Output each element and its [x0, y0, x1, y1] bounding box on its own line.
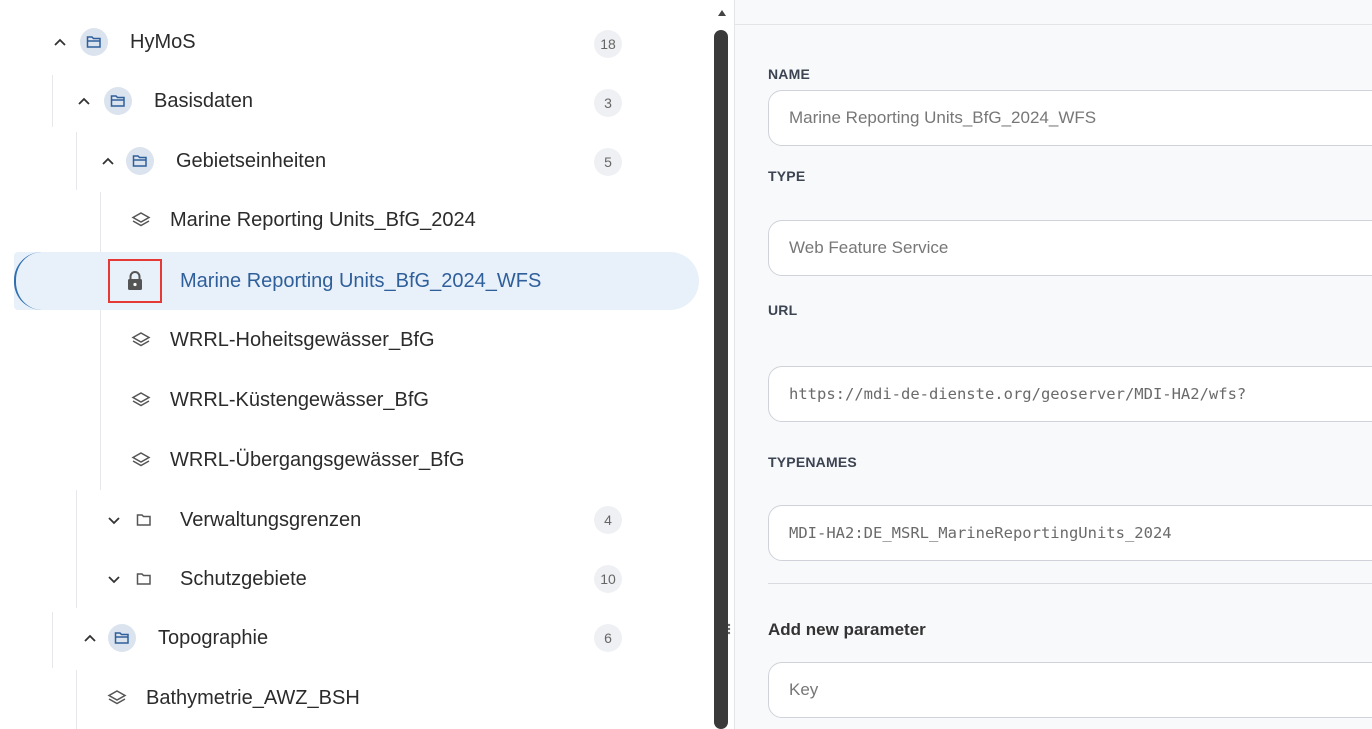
- tree-layer-label: Bathymetrie_AWZ_BSH: [146, 686, 360, 709]
- tree-layer-label: WRRL-Hoheitsgewässer_BfG: [170, 328, 435, 351]
- lock-icon: [128, 271, 142, 290]
- tree-guide-line: [52, 75, 53, 127]
- folder-open-icon: [80, 28, 108, 56]
- tree-group-label: Basisdaten: [154, 89, 253, 112]
- name-value: Marine Reporting Units_BfG_2024_WFS: [789, 108, 1097, 127]
- layers-icon: [130, 209, 152, 231]
- count-badge: 5: [594, 148, 622, 176]
- tree-layer-item[interactable]: WRRL-Hoheitsgewässer_BfG: [130, 314, 435, 366]
- layers-icon: [130, 329, 152, 351]
- name-label: NAME: [768, 66, 811, 82]
- chevron-up-icon[interactable]: [76, 93, 92, 109]
- tree-layer-label: Marine Reporting Units_BfG_2024_WFS: [180, 269, 542, 292]
- count-badge: 10: [594, 565, 622, 593]
- chevron-up-icon[interactable]: [52, 34, 68, 50]
- tree-layer-item[interactable]: Bathymetrie_AWZ_BSH: [106, 672, 360, 724]
- divider: [768, 583, 1372, 584]
- tree-layer-label: WRRL-Übergangsgewässer_BfG: [170, 448, 465, 471]
- count-badge: 3: [594, 89, 622, 117]
- tree-group-verwaltungsgrenzen[interactable]: Verwaltungsgrenzen: [106, 494, 361, 546]
- layer-tree-panel: HyMoS 18 Basisdaten 3 Gebietseinheiten 5…: [0, 0, 712, 729]
- tree-group-hymos[interactable]: HyMoS: [52, 16, 196, 68]
- chevron-up-icon[interactable]: [82, 630, 98, 646]
- folder-icon: [130, 506, 158, 534]
- chevron-up-icon[interactable]: [100, 153, 116, 169]
- tree-guide-line: [76, 490, 77, 608]
- tree-layer-label: Marine Reporting Units_BfG_2024: [170, 208, 476, 231]
- type-field[interactable]: Web Feature Service: [768, 220, 1372, 276]
- typenames-value: MDI-HA2:DE_MSRL_MarineReportingUnits_202…: [789, 524, 1172, 542]
- tree-layer-item[interactable]: Marine Reporting Units_BfG_2024: [130, 194, 476, 246]
- name-field[interactable]: Marine Reporting Units_BfG_2024_WFS: [768, 90, 1372, 146]
- scroll-up-arrow-icon[interactable]: [716, 8, 728, 18]
- tree-group-label: Gebietseinheiten: [176, 149, 327, 172]
- folder-open-icon: [108, 624, 136, 652]
- panel-header-bar: [735, 0, 1372, 25]
- url-field[interactable]: https://mdi-de-dienste.org/geoserver/MDI…: [768, 366, 1372, 422]
- key-placeholder: Key: [789, 680, 819, 699]
- type-value: Web Feature Service: [789, 238, 949, 257]
- tree-guide-line: [52, 612, 53, 668]
- folder-open-icon: [104, 87, 132, 115]
- layers-icon: [106, 687, 128, 709]
- layers-icon: [130, 389, 152, 411]
- layers-icon: [130, 449, 152, 471]
- scrollbar-thumb[interactable]: [714, 30, 728, 729]
- tree-guide-line: [76, 670, 77, 729]
- count-badge: 4: [594, 506, 622, 534]
- type-label: TYPE: [768, 168, 806, 184]
- tree-guide-line: [100, 192, 101, 490]
- tree-layer-item[interactable]: WRRL-Übergangsgewässer_BfG: [130, 434, 465, 486]
- tree-group-label: Verwaltungsgrenzen: [180, 508, 362, 531]
- chevron-down-icon[interactable]: [106, 512, 122, 528]
- folder-open-icon: [126, 147, 154, 175]
- chevron-down-icon[interactable]: [106, 571, 122, 587]
- parameter-key-input[interactable]: Key: [768, 662, 1372, 718]
- tree-group-schutzgebiete[interactable]: Schutzgebiete: [106, 553, 307, 605]
- tree-group-basisdaten[interactable]: Basisdaten: [76, 75, 253, 127]
- tree-group-label: Topographie: [158, 626, 269, 649]
- layer-details-panel: NAME Marine Reporting Units_BfG_2024_WFS…: [734, 0, 1372, 729]
- folder-icon: [130, 565, 158, 593]
- tree-guide-line: [76, 132, 77, 190]
- typenames-label: TYPENAMES: [768, 454, 857, 470]
- highlight-box: [108, 259, 162, 303]
- tree-layer-item-selected[interactable]: Marine Reporting Units_BfG_2024_WFS: [108, 255, 541, 307]
- url-value: https://mdi-de-dienste.org/geoserver/MDI…: [789, 385, 1247, 403]
- count-badge: 18: [594, 30, 622, 58]
- typenames-field[interactable]: MDI-HA2:DE_MSRL_MarineReportingUnits_202…: [768, 505, 1372, 561]
- tree-group-label: Schutzgebiete: [180, 567, 307, 590]
- tree-layer-item[interactable]: WRRL-Küstengewässer_BfG: [130, 374, 429, 426]
- tree-group-topographie[interactable]: Topographie: [82, 612, 268, 664]
- tree-group-label: HyMoS: [130, 30, 196, 53]
- tree-group-gebietseinheiten[interactable]: Gebietseinheiten: [100, 135, 326, 187]
- add-parameter-heading: Add new parameter: [768, 620, 926, 639]
- tree-layer-label: WRRL-Küstengewässer_BfG: [170, 388, 429, 411]
- count-badge: 6: [594, 624, 622, 652]
- url-label: URL: [768, 302, 798, 318]
